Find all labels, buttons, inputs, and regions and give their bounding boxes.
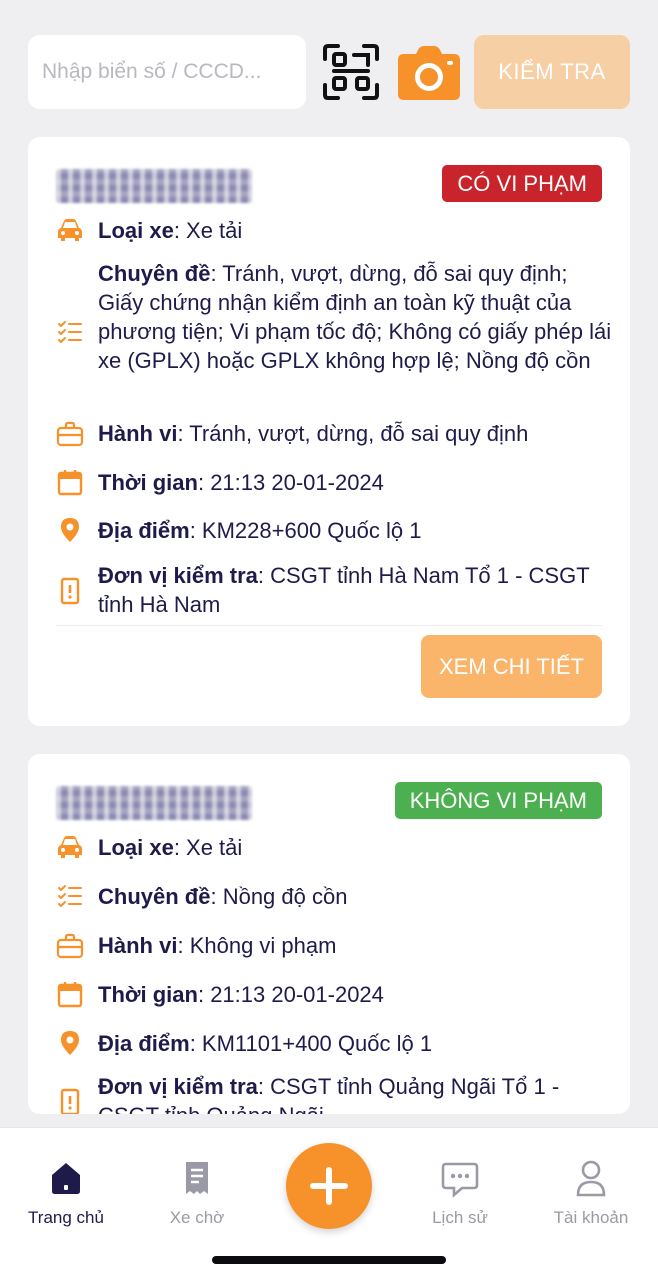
- record-card: KHÔNG VI PHẠM Loại xe: Xe tải Chuyên đề:…: [28, 754, 630, 1114]
- check-button[interactable]: KIỂM TRA: [474, 35, 630, 109]
- qr-scan-icon[interactable]: [322, 43, 380, 101]
- nav-item-account[interactable]: Tài khoản: [531, 1158, 651, 1228]
- home-indicator: [212, 1256, 446, 1264]
- car-icon: [58, 219, 82, 241]
- status-badge: KHÔNG VI PHẠM: [394, 782, 602, 819]
- calendar-icon: [57, 982, 83, 1008]
- user-icon: [576, 1160, 606, 1197]
- checklist-icon: [58, 321, 82, 344]
- home-icon: [52, 1163, 80, 1194]
- status-badge: CÓ VI PHẠM: [442, 165, 602, 202]
- nav-item-history[interactable]: Lịch sử: [400, 1158, 520, 1228]
- briefcase-icon: [56, 933, 84, 959]
- alert-document-icon: [60, 1088, 80, 1114]
- location-pin-icon: [61, 518, 79, 542]
- unit-row: Đơn vị kiểm tra: CSGT tỉnh Quảng Ngãi Tổ…: [56, 1072, 616, 1114]
- search-input[interactable]: [28, 35, 306, 109]
- divider: [56, 625, 602, 626]
- calendar-icon: [57, 470, 83, 496]
- camera-icon[interactable]: [396, 45, 462, 101]
- topic-row: Chuyên đề: Tránh, vượt, dừng, đỗ sai quy…: [56, 259, 616, 404]
- license-plate-redacted: [56, 786, 252, 820]
- add-button[interactable]: [286, 1143, 372, 1229]
- nav-item-home[interactable]: Trang chủ: [6, 1158, 126, 1228]
- nav-item-waiting[interactable]: Xe chờ: [137, 1158, 257, 1228]
- search-bar: KIỂM TRA: [28, 35, 630, 109]
- receipt-icon: [186, 1162, 208, 1194]
- briefcase-icon: [56, 421, 84, 447]
- record-card: CÓ VI PHẠM Loại xe: Xe tải Chuyên đề: Tr…: [28, 137, 630, 726]
- plus-icon: [310, 1167, 348, 1205]
- license-plate-redacted: [56, 169, 252, 203]
- alert-document-icon: [60, 577, 80, 605]
- view-detail-button[interactable]: XEM CHI TIẾT: [421, 635, 602, 698]
- checklist-icon: [58, 885, 82, 908]
- chat-icon: [441, 1162, 479, 1198]
- car-icon: [58, 836, 82, 858]
- location-pin-icon: [61, 1031, 79, 1055]
- unit-row: Đơn vị kiểm tra: CSGT tỉnh Hà Nam Tổ 1 -…: [56, 561, 616, 621]
